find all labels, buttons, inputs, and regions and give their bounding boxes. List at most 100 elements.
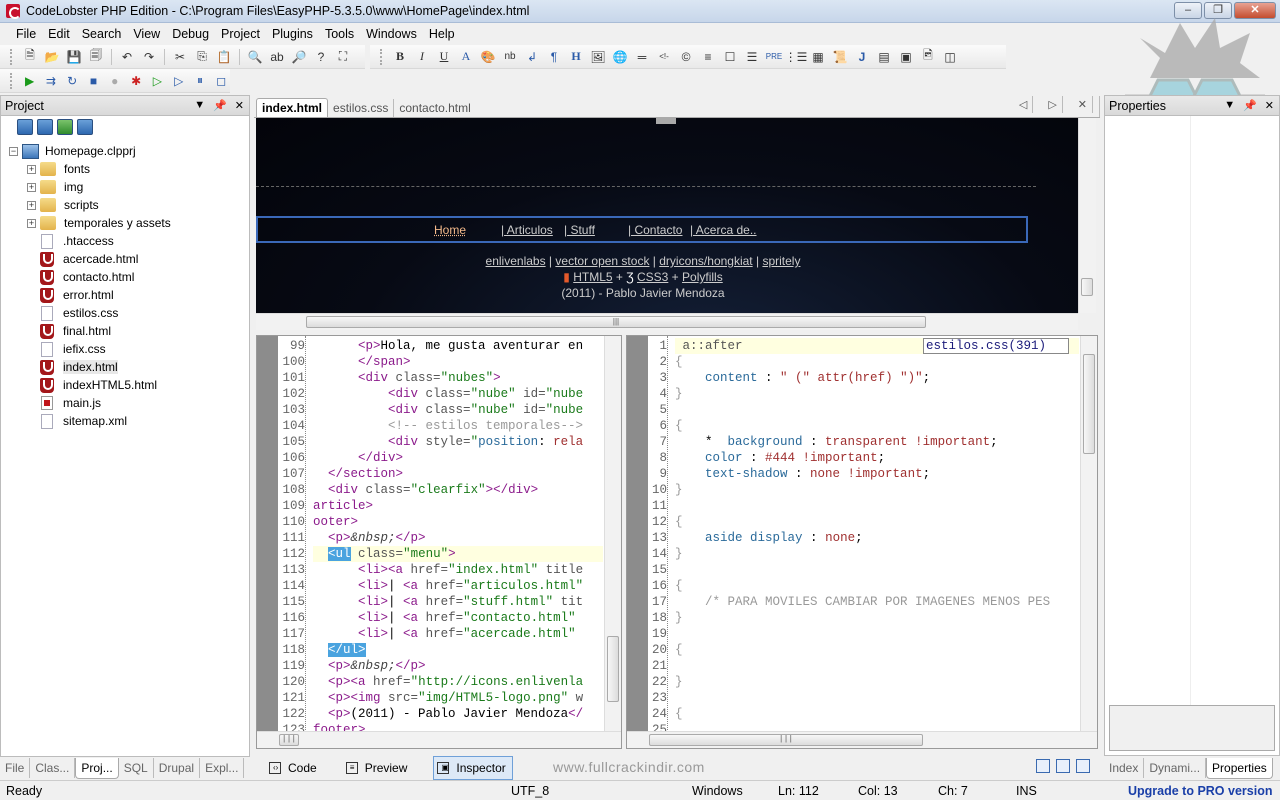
close-button[interactable]: ✕ [1234,2,1276,19]
credit-link[interactable]: dryicons/hongkiat [659,254,752,268]
toolbar-grip[interactable] [10,48,13,65]
paste-icon[interactable]: 📋 [215,48,233,66]
stop-icon[interactable]: ■ [85,72,102,90]
center-button[interactable]: ≡ [699,48,717,66]
new-file-icon[interactable]: 🗎 [21,48,39,66]
copyright-button[interactable]: © [677,48,695,66]
toolbar-grip[interactable] [10,72,13,89]
menu-tools[interactable]: Tools [319,27,360,41]
panel-close-icon[interactable]: ✕ [235,99,244,112]
panel-menu-icon[interactable]: ▼ [1224,99,1235,112]
project-properties-icon[interactable] [37,119,53,135]
tree-item[interactable]: + temporales y assets [1,214,249,232]
preview-nav-contacto[interactable]: | Contacto [628,223,682,237]
tree-item[interactable]: indexHTML5.html [1,376,249,394]
grid-divider[interactable] [1190,116,1191,716]
preview-nav-stuff[interactable]: | Stuff [564,223,595,237]
html-horizontal-scrollbar[interactable]: ||| [257,731,621,748]
table-icon[interactable]: ▦ [809,48,827,66]
view-tab-inspector[interactable]: ▣ Inspector [433,755,513,780]
tab-project[interactable]: Proj... [75,758,119,779]
image-icon[interactable]: 🖼 [589,48,607,66]
expand-icon[interactable]: + [27,200,36,210]
html-vertical-scrollbar[interactable] [604,336,621,748]
tab-scroll-left-icon[interactable]: ◁ [1014,96,1034,113]
toolbar-grip[interactable] [380,48,383,65]
clear-breakpoints-icon[interactable]: ✱ [127,72,144,90]
save-all-icon[interactable]: 🗐 [87,48,105,66]
font-button[interactable]: A [457,48,475,66]
doc-tab-index[interactable]: index.html [256,98,329,117]
underline-button[interactable]: U [435,48,453,66]
menu-file[interactable]: File [10,27,42,41]
close-doc-icon[interactable]: ✕ [1073,96,1093,113]
tree-root[interactable]: − Homepage.clpprj [1,142,249,160]
layout-vertical-split-icon[interactable] [1076,759,1090,773]
goto-source-box[interactable]: estilos.css(391) [923,338,1069,354]
menu-edit[interactable]: Edit [42,27,76,41]
html5-link[interactable]: HTML5 [573,270,612,284]
preview-nav-acerca[interactable]: | Acerca de.. [690,223,757,237]
expand-icon[interactable]: + [27,164,36,174]
polyfills-link[interactable]: Polyfills [682,270,723,284]
help-icon[interactable]: ? [312,48,330,66]
doc-tab-contacto[interactable]: contacto.html [394,99,475,117]
comment-button[interactable]: <!- [655,48,673,66]
box-icon[interactable]: ☐ [721,48,739,66]
upgrade-link[interactable]: Upgrade to PRO version [1128,784,1272,798]
run-icon[interactable]: ▶ [21,72,38,90]
find-icon[interactable]: 🔍 [246,48,264,66]
save-icon[interactable]: 💾 [65,48,83,66]
doc-tab-estilos[interactable]: estilos.css [328,99,395,117]
view-tab-preview[interactable]: ≡ Preview [343,757,414,779]
tab-sql[interactable]: SQL [119,758,154,778]
color-palette-icon[interactable]: 🎨 [479,48,497,66]
layout-single-icon[interactable] [1036,759,1050,773]
input-icon[interactable]: ▣ [897,48,915,66]
paragraph-button[interactable]: ¶ [545,48,563,66]
css-horizontal-scrollbar[interactable]: ||| [627,731,1097,748]
step-into-icon[interactable]: ⇉ [42,72,59,90]
pin-icon[interactable]: 📌 [213,99,227,112]
add-file-icon[interactable] [17,119,33,135]
panel-close-icon[interactable]: ✕ [1265,99,1274,112]
pause-icon[interactable]: ⏸ [191,72,208,90]
tab-dynamic[interactable]: Dynami... [1144,758,1207,778]
code-lines[interactable]: a::after { content : " (" attr(href) ")"… [675,338,1079,738]
horizontal-rule-button[interactable]: ═ [633,48,651,66]
scroll-thumb[interactable] [1081,278,1093,296]
tab-explorer[interactable]: Expl... [200,758,245,778]
expand-icon[interactable]: + [27,182,36,192]
menu-debug[interactable]: Debug [166,27,215,41]
script-icon[interactable]: 📜 [831,48,849,66]
tree-item[interactable]: main.js [1,394,249,412]
restore-button[interactable]: ❐ [1204,2,1232,19]
panel-menu-icon[interactable]: ▼ [194,99,205,112]
step-out-icon[interactable]: ▷ [170,72,187,90]
replace-icon[interactable]: ab [268,48,286,66]
pin-icon[interactable]: 📌 [1243,99,1257,112]
tab-classes[interactable]: Clas... [30,758,76,778]
tree-item[interactable]: + fonts [1,160,249,178]
refresh-icon[interactable] [57,119,73,135]
tab-index[interactable]: Index [1104,758,1145,778]
fullscreen-icon[interactable]: ⛶ [334,48,352,66]
scroll-thumb[interactable] [607,636,619,702]
scroll-thumb[interactable]: ||| [649,734,923,746]
preview-vertical-scrollbar[interactable] [1078,118,1096,313]
align-icon[interactable]: ☰ [743,48,761,66]
tab-scroll-right-icon[interactable]: ▷ [1043,96,1063,113]
tree-item[interactable]: .htaccess [1,232,249,250]
html-code-editor[interactable]: 99 100 101 102 103 104 105 106 107 108 109 110 111 11… [256,335,622,749]
breakpoint-icon[interactable]: ● [106,72,123,90]
image-map-icon[interactable]: 🖻 [919,48,937,66]
preview-horizontal-scrollbar[interactable]: ||| [256,313,1078,330]
bold-button[interactable]: B [391,48,409,66]
tree-item[interactable]: estilos.css [1,304,249,322]
credit-link[interactable]: vector open stock [555,254,649,268]
tree-item[interactable]: acercade.html [1,250,249,268]
css-vertical-scrollbar[interactable] [1080,336,1097,748]
list-icon[interactable]: ⋮☰ [785,48,808,66]
tree-item[interactable]: contacto.html [1,268,249,286]
properties-grid[interactable] [1104,116,1280,756]
